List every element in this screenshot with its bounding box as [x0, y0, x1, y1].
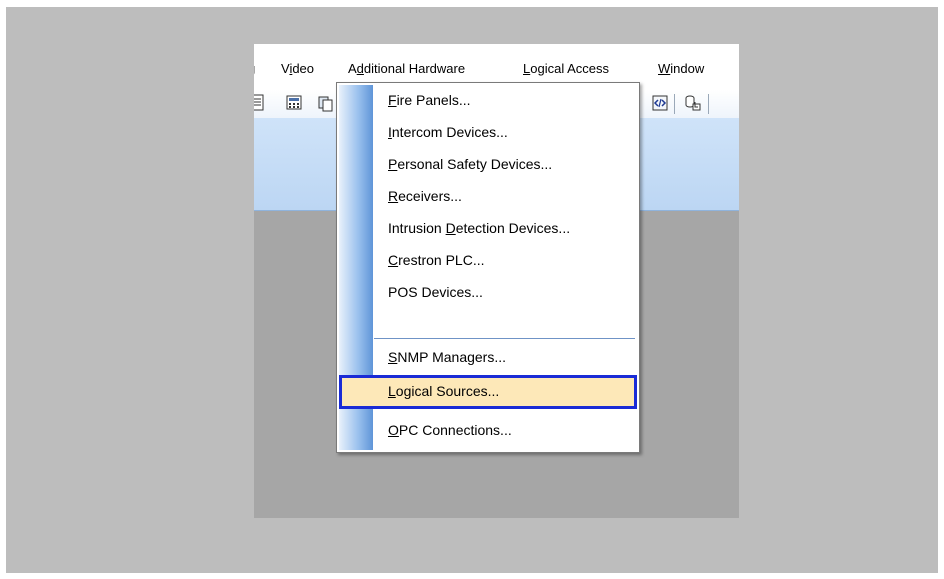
menu-mnemonic: L	[523, 61, 531, 76]
menu-mnemonic: O	[388, 422, 399, 438]
html-code-icon[interactable]	[652, 94, 668, 112]
menu-item-label: Fire Panels...	[388, 92, 471, 108]
menu-mnemonic: P	[388, 156, 398, 172]
menu-label: Window	[658, 61, 705, 76]
menu-item-label: Intercom Devices...	[388, 124, 508, 140]
document-icon[interactable]	[254, 94, 266, 112]
menu-item-label: Crestron PLC...	[388, 252, 485, 268]
copy-icon[interactable]	[318, 94, 334, 112]
menu-label: Logical Access	[523, 61, 609, 76]
menu-item-snmp-managers[interactable]: SNMP Managers...	[340, 342, 634, 374]
database-export-icon[interactable]	[684, 94, 701, 112]
menu-label: Video	[281, 61, 315, 76]
menu-mnemonic: L	[388, 383, 396, 399]
menu-window[interactable]: Window	[658, 59, 704, 79]
menu-item-receivers[interactable]: Receivers...	[340, 181, 634, 213]
menu-item-label: Personal Safety Devices...	[388, 156, 553, 172]
menu-mnemonic: I	[388, 124, 392, 140]
menu-mnemonic: C	[388, 252, 399, 268]
menu-logical-access[interactable]: Logical Access	[523, 59, 609, 79]
menu-item-intercom-devices[interactable]: Intercom Devices...	[340, 117, 634, 149]
menu-mnemonic: d	[356, 61, 364, 76]
menu-item-logical-sources[interactable]: Logical Sources...	[339, 375, 637, 409]
calculator-icon[interactable]	[286, 94, 302, 112]
menu-item-label: Logical Sources...	[388, 383, 500, 399]
menu-item-fire-panels[interactable]: Fire Panels...	[340, 85, 634, 117]
menu-item-label: POS Devices...	[388, 284, 483, 300]
menu-item-crestron-plc[interactable]: Crestron PLC...	[340, 245, 634, 277]
menu-video[interactable]: Video	[281, 59, 314, 79]
toolbar-separator	[708, 94, 709, 114]
menu-mnemonic: i	[289, 61, 293, 76]
menu-additional-hardware[interactable]: Additional Hardware	[348, 59, 465, 79]
toolbar-separator	[674, 94, 675, 114]
menu-mnemonic: R	[388, 188, 399, 204]
menu-mnemonic: S	[388, 349, 398, 365]
menu-mnemonic: W	[658, 61, 671, 76]
menu-item-opc-connections[interactable]: OPC Connections...	[340, 415, 634, 447]
menu-item-personal-safety-devices[interactable]: Personal Safety Devices...	[340, 149, 634, 181]
menu-item-label: SNMP Managers...	[388, 349, 507, 365]
menu-item-label: Receivers...	[388, 188, 462, 204]
menu-item-intrusion-detection-devices[interactable]: Intrusion Detection Devices...	[340, 213, 634, 245]
menu-item-pos-devices[interactable]: POS Devices...	[340, 277, 634, 309]
menu-mnemonic: D	[445, 220, 456, 236]
menu-label: Additional Hardware	[348, 61, 466, 76]
menu-item-truncated[interactable]: g	[254, 59, 255, 79]
additional-hardware-dropdown-menu: Fire Panels... Intercom Devices... Perso…	[336, 82, 640, 453]
menu-separator	[374, 338, 635, 339]
menu-item-label: OPC Connections...	[388, 422, 512, 438]
menu-mnemonic: F	[388, 92, 397, 108]
menu-label: g	[254, 61, 255, 76]
menu-item-label: Intrusion Detection Devices...	[388, 220, 571, 236]
